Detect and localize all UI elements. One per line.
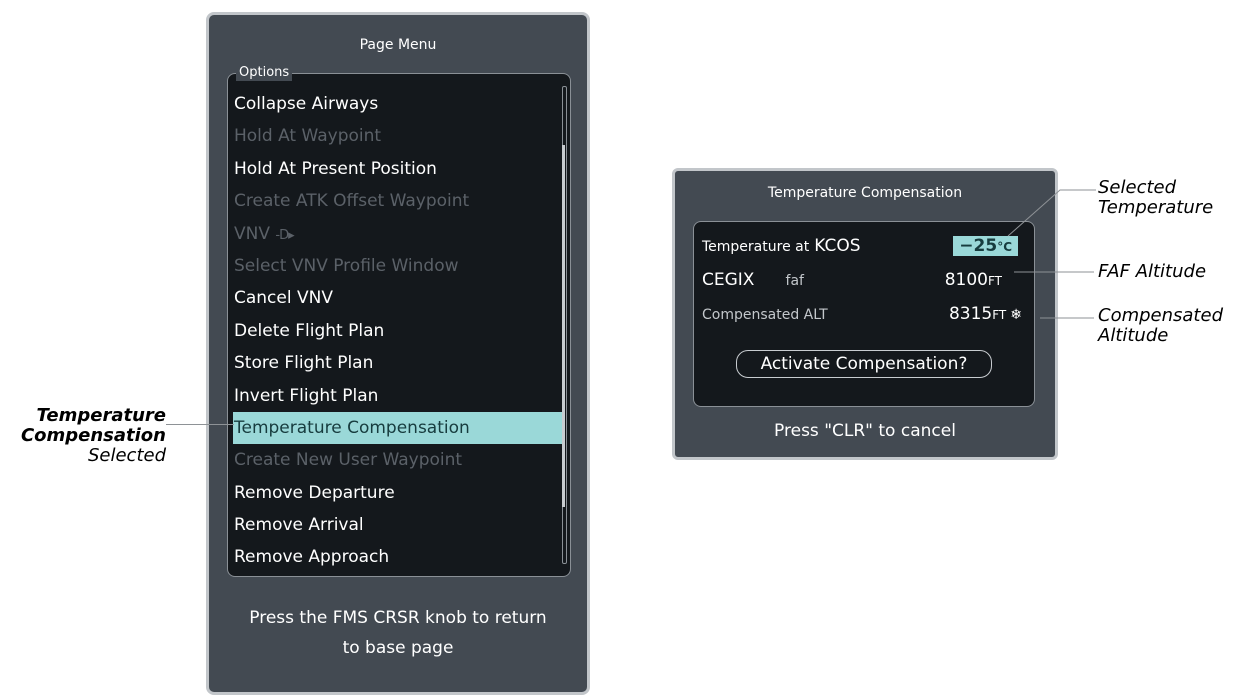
callout-leader-lines: [1007, 189, 1096, 319]
callout-faf-altitude: FAF Altitude: [1098, 261, 1207, 282]
callout-compensated-altitude: Compensated Altitude: [1098, 305, 1223, 346]
